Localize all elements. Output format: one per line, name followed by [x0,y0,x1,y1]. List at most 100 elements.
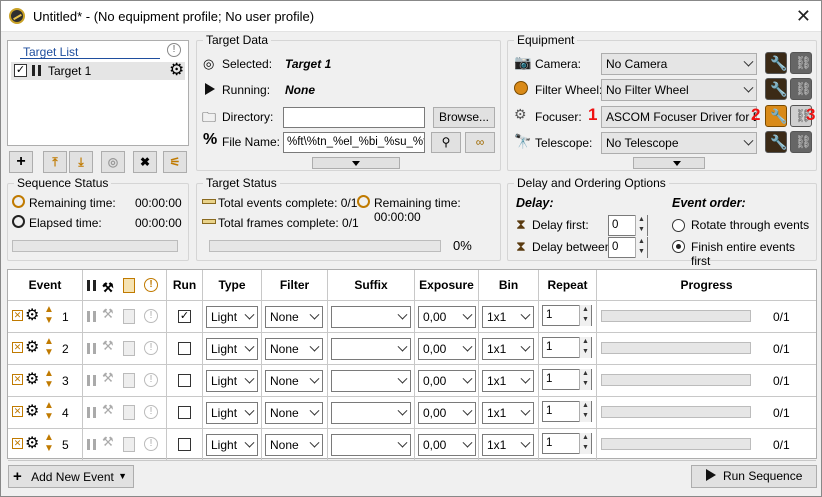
suffix-select[interactable] [331,402,411,424]
delay-between-spinner[interactable]: ▲ ▼ [635,237,647,258]
repeat-spinner[interactable]: ▲ ▼ [579,305,591,326]
run-checkbox[interactable] [178,438,191,451]
warning-icon[interactable]: ! [144,373,158,387]
target-data-expand-button[interactable] [312,157,400,169]
wand-icon[interactable]: ⚒ [102,434,114,450]
reorder-icon[interactable]: ▲ ▼ [44,368,54,390]
filter-select[interactable]: None [265,370,323,392]
warning-icon[interactable]: ! [144,437,158,451]
list-item[interactable]: ✓ Target 1 ⚙ [11,60,185,80]
select-icon[interactable]: ✕ [12,342,23,353]
filter-select[interactable]: None [265,434,323,456]
exposure-select[interactable]: 0,00 [418,370,476,392]
bin-select[interactable]: 1x1 [482,402,534,424]
focuser-select[interactable]: ASCOM Focuser Driver for D [601,106,757,128]
gear-icon[interactable]: ⚙ [169,60,184,80]
repeat-spinner[interactable]: ▲ ▼ [579,401,591,422]
select-icon[interactable]: ✕ [12,310,23,321]
reorder-icon[interactable]: ▲ ▼ [44,432,54,454]
pause-icon[interactable] [87,407,96,418]
type-select[interactable]: Light [206,306,258,328]
camera-connect-button[interactable]: ⛓ [790,52,812,74]
hourglass-icon[interactable] [123,405,135,420]
type-select[interactable]: Light [206,338,258,360]
reorder-icon[interactable]: ▲ ▼ [44,304,54,326]
type-select[interactable]: Light [206,402,258,424]
hourglass-icon[interactable] [123,373,135,388]
equipment-expand-button[interactable] [633,157,705,169]
filename-preview-button[interactable]: ∞ [465,132,495,153]
telescope-select[interactable]: No Telescope [601,132,757,154]
warning-icon[interactable]: ! [144,405,158,419]
suffix-select[interactable] [331,434,411,456]
exposure-select[interactable]: 0,00 [418,402,476,424]
warning-icon[interactable]: ! [144,341,158,355]
type-select[interactable]: Light [206,370,258,392]
filename-tag-button[interactable]: ⚲ [431,132,461,153]
suffix-select[interactable] [331,306,411,328]
stop-target-button[interactable]: ◎ [101,151,125,173]
delay-first-spinner[interactable]: ▲ ▼ [635,215,647,236]
suffix-select[interactable] [331,338,411,360]
finish-events-radio[interactable] [672,240,685,253]
telescope-connect-button[interactable]: ⛓ [790,131,812,153]
move-up-button[interactable]: ⤒ [43,151,67,173]
camera-select[interactable]: No Camera [601,53,757,75]
gear-icon[interactable]: ⚙ [25,305,39,325]
add-target-button[interactable]: + [9,151,33,173]
move-down-button[interactable]: ⤓ [69,151,93,173]
filter-wheel-connect-button[interactable]: ⛓ [790,78,812,100]
info-icon[interactable]: ! [167,43,181,57]
wand-icon[interactable]: ⚒ [102,370,114,386]
add-event-button[interactable]: + Add New Event ▼ [8,465,134,488]
reorder-icon[interactable]: ▲ ▼ [44,400,54,422]
browse-button[interactable]: Browse... [433,107,495,128]
gear-icon[interactable]: ⚙ [25,401,39,421]
filter-select[interactable]: None [265,402,323,424]
filter-wheel-select[interactable]: No Filter Wheel [601,79,757,101]
hourglass-icon[interactable] [123,309,135,324]
camera-settings-button[interactable]: 🔧 [765,52,787,74]
select-icon[interactable]: ✕ [12,406,23,417]
wand-icon[interactable]: ⚒ [102,402,114,418]
telescope-settings-button[interactable]: 🔧 [765,131,787,153]
run-checkbox[interactable]: ✓ [178,310,191,323]
filter-select[interactable]: None [265,306,323,328]
delete-target-button[interactable]: ✖ [133,151,157,173]
reorder-icon[interactable]: ▲ ▼ [44,336,54,358]
pause-icon[interactable] [87,375,96,386]
bin-select[interactable]: 1x1 [482,370,534,392]
select-icon[interactable]: ✕ [12,438,23,449]
wand-icon[interactable]: ⚒ [102,338,114,354]
pause-icon[interactable] [87,311,96,322]
run-checkbox[interactable] [178,374,191,387]
exposure-select[interactable]: 0,00 [418,338,476,360]
repeat-spinner[interactable]: ▲ ▼ [579,369,591,390]
exposure-select[interactable]: 0,00 [418,306,476,328]
hourglass-icon[interactable] [123,437,135,452]
gear-icon[interactable]: ⚙ [25,337,39,357]
run-sequence-button[interactable]: Run Sequence [691,465,817,488]
pause-icon[interactable] [87,439,96,450]
close-icon[interactable]: ✕ [796,6,811,27]
directory-input[interactable] [283,107,425,128]
type-select[interactable]: Light [206,434,258,456]
run-checkbox[interactable] [178,406,191,419]
repeat-spinner[interactable]: ▲ ▼ [579,337,591,358]
bin-select[interactable]: 1x1 [482,306,534,328]
hourglass-icon[interactable] [123,341,135,356]
pause-icon[interactable] [87,343,96,354]
bin-select[interactable]: 1x1 [482,338,534,360]
bin-select[interactable]: 1x1 [482,434,534,456]
gear-icon[interactable]: ⚙ [25,369,39,389]
rotate-events-radio[interactable] [672,219,685,232]
filter-select[interactable]: None [265,338,323,360]
target-checkbox[interactable]: ✓ [14,64,27,77]
focuser-settings-button[interactable]: 🔧 [765,105,787,127]
select-icon[interactable]: ✕ [12,374,23,385]
gear-icon[interactable]: ⚙ [25,433,39,453]
wand-icon[interactable]: ⚒ [102,306,114,322]
filter-wheel-settings-button[interactable]: 🔧 [765,78,787,100]
repeat-spinner[interactable]: ▲ ▼ [579,433,591,454]
filename-input[interactable]: %ft\%tn_%el_%bi_%su_%fn [283,132,425,153]
